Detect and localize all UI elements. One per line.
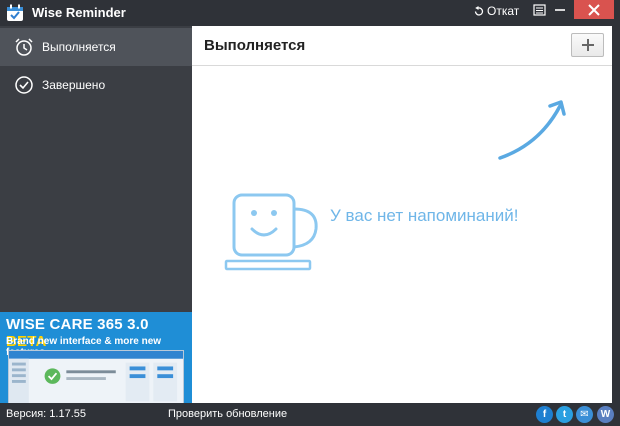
undo-button[interactable]: Откат [473, 2, 519, 20]
sidebar-item-label: Выполняется [42, 40, 116, 54]
website-icon[interactable]: W [597, 406, 614, 423]
coffee-cup-icon [224, 193, 318, 271]
promo-screenshot-image [8, 350, 184, 403]
facebook-icon[interactable]: f [536, 406, 553, 423]
app-logo-icon [7, 4, 23, 21]
app-title: Wise Reminder [32, 5, 126, 20]
promo-title-main: WISE CARE 365 3.0 [6, 316, 149, 333]
check-circle-icon [15, 76, 33, 94]
twitter-icon[interactable]: t [556, 406, 573, 423]
sidebar-item-label: Завершено [42, 78, 106, 92]
close-button[interactable] [574, 0, 614, 19]
plus-icon [581, 39, 594, 51]
alarm-clock-icon [15, 38, 33, 56]
main-panel: Выполняется У вас нет напоминаний! [192, 26, 612, 403]
add-reminder-button[interactable] [571, 33, 604, 57]
empty-state-message: У вас нет напоминаний! [330, 206, 519, 225]
check-update-link[interactable]: Проверить обновление [168, 408, 287, 420]
title-bar: Wise Reminder Откат [0, 0, 620, 26]
version-label: Версия: 1.17.55 [6, 408, 86, 420]
menu-icon[interactable] [532, 3, 548, 17]
curved-arrow-icon [498, 100, 566, 160]
sidebar: Выполняется Завершено WISE CARE 365 3.0 … [0, 26, 192, 403]
main-header: Выполняется [192, 26, 612, 66]
email-icon[interactable]: ✉ [576, 406, 593, 423]
undo-icon [474, 5, 484, 16]
sidebar-item-in-progress[interactable]: Выполняется [0, 28, 192, 66]
status-bar: Версия: 1.17.55 Проверить обновление f t… [0, 403, 620, 426]
close-icon [588, 3, 600, 16]
sidebar-item-completed[interactable]: Завершено [0, 66, 192, 104]
undo-label: Откат [487, 4, 520, 18]
minimize-button[interactable] [549, 0, 571, 18]
window-edge [612, 26, 620, 403]
promo-banner[interactable]: WISE CARE 365 3.0 BETA Brand new interfa… [0, 312, 192, 403]
page-title: Выполняется [204, 37, 306, 54]
